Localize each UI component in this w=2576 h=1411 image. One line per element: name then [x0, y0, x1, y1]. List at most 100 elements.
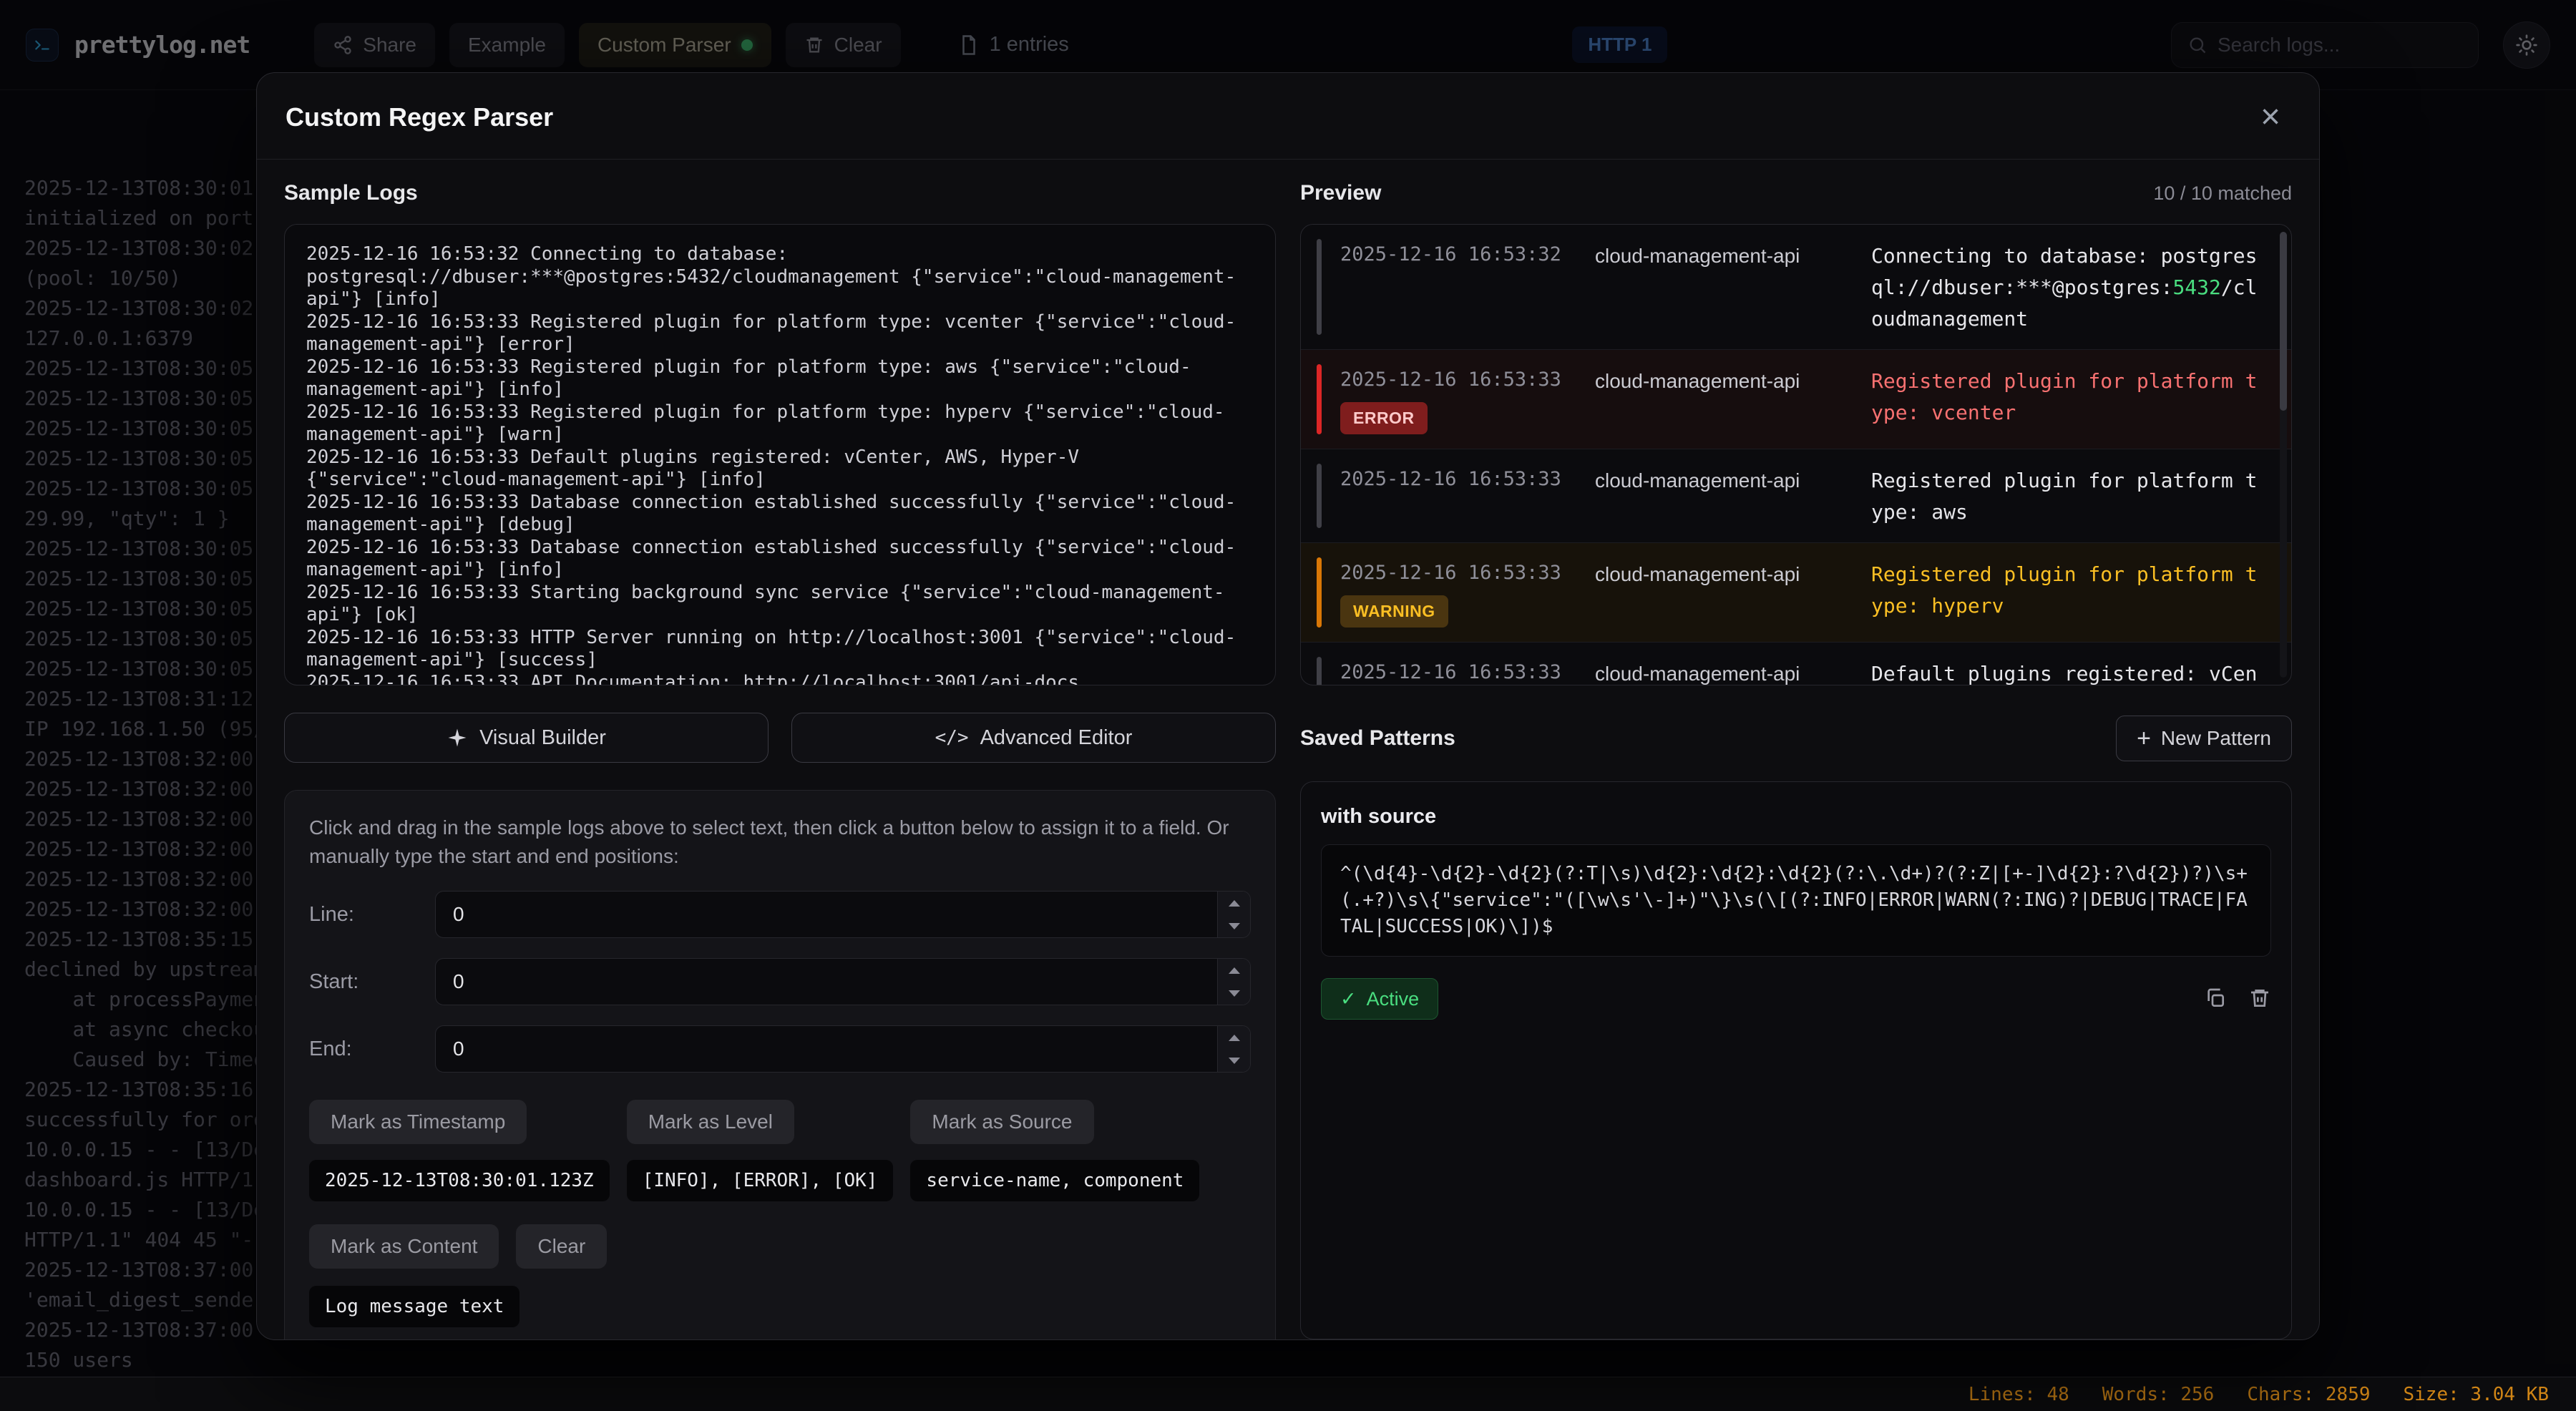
start-stepper[interactable] — [1217, 959, 1250, 1005]
code-icon: </> — [935, 727, 969, 748]
log-source: cloud-management-api — [1595, 239, 1853, 335]
match-count: 10 / 10 matched — [2153, 182, 2292, 205]
mark-as-level-button[interactable]: Mark as Level — [627, 1100, 794, 1144]
stepper-up-icon[interactable] — [1218, 1026, 1250, 1049]
pattern-card-footer: ✓ Active — [1321, 978, 2271, 1020]
error-badge: ERROR — [1340, 402, 1428, 434]
line-label: Line: — [309, 903, 435, 927]
mark-buttons-grid: Mark as Timestamp Mark as Level Mark as … — [309, 1100, 1251, 1201]
pattern-card: with source ^(\d{4}-\d{2}-\d{2}(?:T|\s)\… — [1321, 805, 2271, 1020]
preview-row: 2025-12-16 16:53:32 cloud-management-api… — [1301, 225, 2291, 350]
field-assignment-panel: Click and drag in the sample logs above … — [284, 790, 1276, 1339]
new-pattern-label: New Pattern — [2161, 727, 2271, 750]
log-content: Connecting to database: postgresql://dbu… — [1871, 239, 2263, 335]
port-highlight: 5432 — [2172, 275, 2220, 299]
custom-regex-parser-modal: Custom Regex Parser × Sample Logs 2025-1… — [256, 72, 2320, 1340]
modal-header: Custom Regex Parser × — [257, 73, 2319, 160]
builder-mode-tabs: Visual Builder </> Advanced Editor — [284, 713, 1276, 763]
mark-buttons-row2: Mark as Content Clear — [309, 1224, 1251, 1269]
pattern-card-actions — [2204, 987, 2271, 1012]
assignment-instructions: Click and drag in the sample logs above … — [309, 814, 1251, 871]
preview-scrollbar[interactable] — [2280, 232, 2287, 411]
stepper-down-icon[interactable] — [1218, 1049, 1250, 1072]
tab-visual-builder[interactable]: Visual Builder — [284, 713, 769, 763]
preview-header-row: Preview 10 / 10 matched — [1300, 181, 2292, 205]
line-field-row: Line: — [309, 891, 1251, 938]
preview-scrollbar-track — [2280, 232, 2287, 678]
log-source: cloud-management-api — [1595, 464, 1853, 528]
stepper-down-icon[interactable] — [1218, 982, 1250, 1005]
stepper-down-icon[interactable] — [1218, 914, 1250, 937]
status-words: Words: 256 — [2102, 1384, 2215, 1405]
clear-assignments-button[interactable]: Clear — [516, 1224, 607, 1269]
log-content: Registered plugin for platform type: hyp… — [1871, 557, 2263, 628]
log-timestamp: 2025-12-16 16:53:32 — [1340, 243, 1561, 265]
preview-heading: Preview — [1300, 181, 1381, 205]
line-input[interactable] — [436, 903, 1217, 926]
severity-bar — [1317, 364, 1322, 434]
log-content: Default plugins registered: vCenter, AWS… — [1871, 657, 2263, 685]
tab-advanced-editor[interactable]: </> Advanced Editor — [791, 713, 1276, 763]
sample-logs-column: Sample Logs 2025-12-16 16:53:32 Connecti… — [284, 164, 1276, 1339]
pattern-name: with source — [1321, 805, 2271, 829]
log-content: Registered plugin for platform type: aws — [1871, 464, 2263, 528]
end-label: End: — [309, 1038, 435, 1061]
saved-patterns-heading: Saved Patterns — [1300, 726, 1455, 751]
end-field-row: End: — [309, 1025, 1251, 1073]
pattern-regex: ^(\d{4}-\d{2}-\d{2}(?:T|\s)\d{2}:\d{2}:\… — [1321, 844, 2271, 957]
line-input-wrap — [435, 891, 1251, 938]
start-input-wrap — [435, 958, 1251, 1005]
copy-pattern-button[interactable] — [2204, 987, 2227, 1012]
end-input-wrap — [435, 1025, 1251, 1073]
modal-title: Custom Regex Parser — [286, 102, 553, 132]
trash-icon — [2248, 987, 2271, 1010]
copy-icon — [2204, 987, 2227, 1010]
source-example-chip: service-name, component — [910, 1160, 1199, 1201]
delete-pattern-button[interactable] — [2248, 987, 2271, 1012]
log-timestamp: 2025-12-16 16:53:33 — [1340, 661, 1561, 683]
sparkle-icon — [447, 727, 468, 748]
close-button[interactable]: × — [2250, 97, 2290, 137]
mark-as-timestamp-button[interactable]: Mark as Timestamp — [309, 1100, 527, 1144]
status-chars: Chars: 2859 — [2247, 1384, 2370, 1405]
saved-patterns-header-row: Saved Patterns + New Pattern — [1300, 716, 2292, 761]
log-source: cloud-management-api — [1595, 657, 1853, 685]
mark-as-source-button[interactable]: Mark as Source — [910, 1100, 1093, 1144]
severity-bar — [1317, 657, 1322, 685]
visual-builder-label: Visual Builder — [479, 726, 606, 750]
warning-badge: WARNING — [1340, 595, 1448, 628]
log-timestamp: 2025-12-16 16:53:33 — [1340, 468, 1561, 490]
severity-bar — [1317, 557, 1322, 628]
status-bar: Lines: 48 Words: 256 Chars: 2859 Size: 3… — [0, 1377, 2576, 1411]
preview-row: 2025-12-16 16:53:33 cloud-management-api… — [1301, 643, 2291, 685]
pattern-active-toggle[interactable]: ✓ Active — [1321, 978, 1438, 1020]
mark-as-content-button[interactable]: Mark as Content — [309, 1224, 499, 1269]
timestamp-example-chip: 2025-12-13T08:30:01.123Z — [309, 1160, 610, 1201]
severity-bar — [1317, 464, 1322, 528]
log-source: cloud-management-api — [1595, 364, 1853, 434]
preview-row-error: 2025-12-16 16:53:33 ERROR cloud-manageme… — [1301, 350, 2291, 449]
preview-row-warning: 2025-12-16 16:53:33 WARNING cloud-manage… — [1301, 543, 2291, 643]
level-example-chip: [INFO], [ERROR], [OK] — [627, 1160, 894, 1201]
advanced-editor-label: Advanced Editor — [980, 726, 1133, 750]
preview-column: Preview 10 / 10 matched 2025-12-16 16:53… — [1300, 164, 2292, 1339]
log-source: cloud-management-api — [1595, 557, 1853, 628]
start-label: Start: — [309, 970, 435, 994]
sample-logs-textarea[interactable]: 2025-12-16 16:53:32 Connecting to databa… — [284, 224, 1276, 685]
modal-body: Sample Logs 2025-12-16 16:53:32 Connecti… — [257, 160, 2319, 1339]
saved-patterns-list: with source ^(\d{4}-\d{2}-\d{2}(?:T|\s)\… — [1300, 781, 2292, 1339]
close-icon: × — [2260, 100, 2280, 135]
new-pattern-button[interactable]: + New Pattern — [2116, 716, 2292, 761]
log-content: Registered plugin for platform type: vce… — [1871, 364, 2263, 434]
line-stepper[interactable] — [1217, 892, 1250, 937]
plus-icon: + — [2137, 726, 2151, 751]
end-stepper[interactable] — [1217, 1026, 1250, 1072]
stepper-up-icon[interactable] — [1218, 892, 1250, 914]
start-input[interactable] — [436, 970, 1217, 993]
log-timestamp: 2025-12-16 16:53:33 — [1340, 368, 1561, 391]
severity-bar — [1317, 239, 1322, 335]
stepper-up-icon[interactable] — [1218, 959, 1250, 982]
end-input[interactable] — [436, 1038, 1217, 1060]
log-timestamp: 2025-12-16 16:53:33 — [1340, 562, 1561, 584]
status-size: Size: 3.04 KB — [2404, 1384, 2550, 1405]
